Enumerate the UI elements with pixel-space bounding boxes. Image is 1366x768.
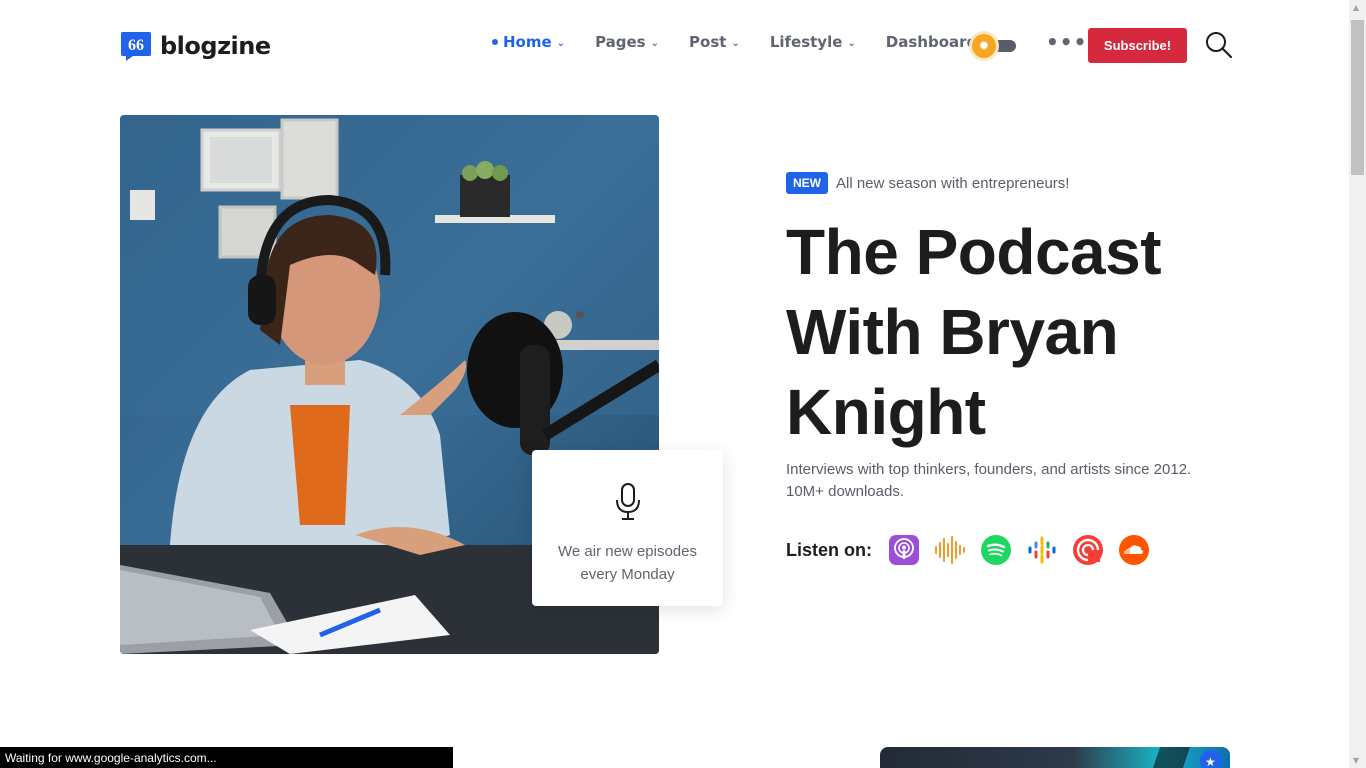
apple-podcasts-icon[interactable] <box>888 534 920 566</box>
nav-post[interactable]: Post ⌄ <box>689 33 740 51</box>
announcement: NEW All new season with entrepreneurs! <box>786 172 1069 194</box>
episode-schedule-text: We air new episodes every Monday <box>558 543 697 583</box>
google-podcasts-icon[interactable] <box>1026 534 1058 566</box>
pocket-casts-icon[interactable] <box>1072 534 1104 566</box>
brand-logo[interactable]: 66 blogzine <box>120 30 271 62</box>
listen-on-label: Listen on: <box>786 539 872 560</box>
announcement-text: All new season with entrepreneurs! <box>836 174 1070 192</box>
scroll-down-arrow-icon[interactable]: ▼ <box>1353 756 1359 765</box>
hero-description: Interviews with top thinkers, founders, … <box>786 461 1192 500</box>
nav-home[interactable]: Home ⌄ <box>492 33 565 51</box>
microphone-icon <box>532 482 723 526</box>
nav-pages[interactable]: Pages ⌄ <box>595 33 659 51</box>
nav-pages-label: Pages <box>595 33 646 51</box>
search-icon[interactable] <box>1205 31 1233 59</box>
chevron-down-icon: ⌄ <box>556 37 566 49</box>
episode-schedule-card: We air new episodes every Monday <box>532 450 723 606</box>
theme-toggle[interactable]: ✹ <box>970 32 1018 58</box>
nav-lifestyle[interactable]: Lifestyle ⌄ <box>770 33 856 51</box>
subscribe-button[interactable]: Subscribe! <box>1088 28 1187 63</box>
nav-dashboard[interactable]: Dashboard <box>886 33 977 51</box>
chevron-down-icon: ⌄ <box>731 37 740 49</box>
svg-text:66: 66 <box>128 37 144 54</box>
scroll-up-arrow-icon[interactable]: ▲ <box>1353 3 1359 12</box>
hero-title: The Podcast With Bryan Knight <box>786 216 1162 448</box>
nav-dashboard-label: Dashboard <box>885 33 978 51</box>
nav-home-label: Home <box>503 33 552 51</box>
new-badge: NEW <box>786 172 828 194</box>
ellipsis-icon[interactable]: ••• <box>1046 32 1087 52</box>
chevron-down-icon: ⌄ <box>847 37 856 49</box>
site-header: 66 blogzine Home ⌄ Pages ⌄ Post ⌄ Lifest… <box>0 0 1349 90</box>
main-nav: Home ⌄ Pages ⌄ Post ⌄ Lifestyle ⌄ Dashbo… <box>492 33 1007 51</box>
soundcloud-icon[interactable] <box>1118 534 1150 566</box>
audio-waves-icon[interactable] <box>934 534 966 566</box>
svg-text:★: ★ <box>1205 755 1216 768</box>
brand-name: blogzine <box>160 32 271 60</box>
page-scrollbar[interactable]: ▲ ▼ <box>1349 0 1366 768</box>
active-dot-icon <box>492 39 498 45</box>
browser-status-bar: Waiting for www.google-analytics.com... <box>0 747 453 768</box>
scrollbar-thumb[interactable] <box>1351 20 1364 175</box>
sun-icon: ✹ <box>972 34 996 58</box>
spotify-icon[interactable] <box>980 534 1012 566</box>
listen-on-row: Listen on: <box>786 534 1164 566</box>
nav-lifestyle-label: Lifestyle <box>769 33 843 51</box>
nav-post-label: Post <box>689 33 727 51</box>
quote-bubble-icon: 66 <box>120 30 152 62</box>
featured-post-image[interactable]: ★ <box>880 747 1230 768</box>
chevron-down-icon: ⌄ <box>650 37 660 49</box>
